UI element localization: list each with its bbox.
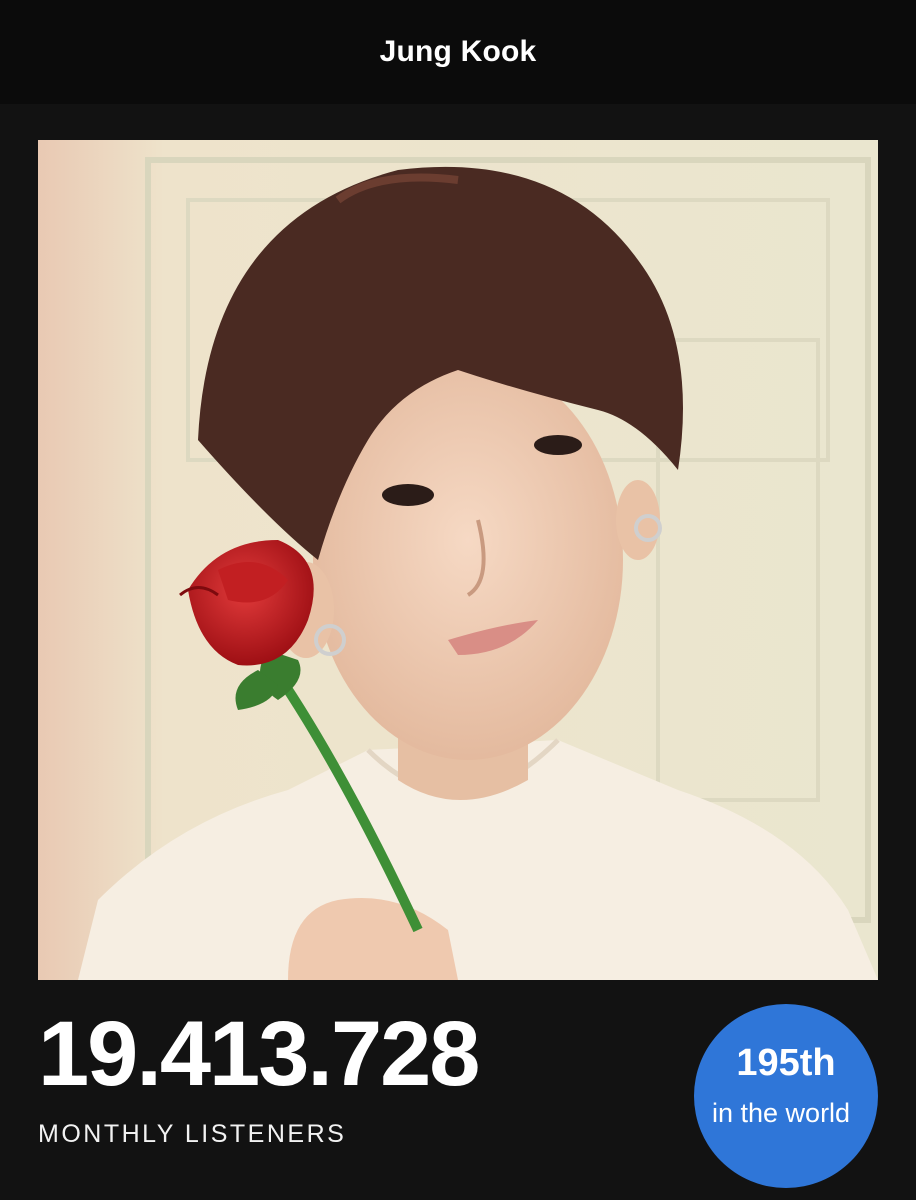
- top-bar: Jung Kook: [0, 0, 916, 104]
- world-rank-subtitle: in the world: [712, 1098, 851, 1128]
- world-rank-position: 195th: [736, 1042, 836, 1084]
- monthly-listeners-label: MONTHLY LISTENERS: [38, 1120, 347, 1148]
- world-rank-badge: 195th in the world: [694, 1004, 878, 1188]
- artist-photo: [38, 140, 878, 980]
- monthly-listeners-count: 19.413.728: [38, 1003, 480, 1105]
- artist-name-title: Jung Kook: [379, 35, 537, 68]
- monthly-listeners-block: 19.413.728 MONTHLY LISTENERS: [38, 1003, 480, 1149]
